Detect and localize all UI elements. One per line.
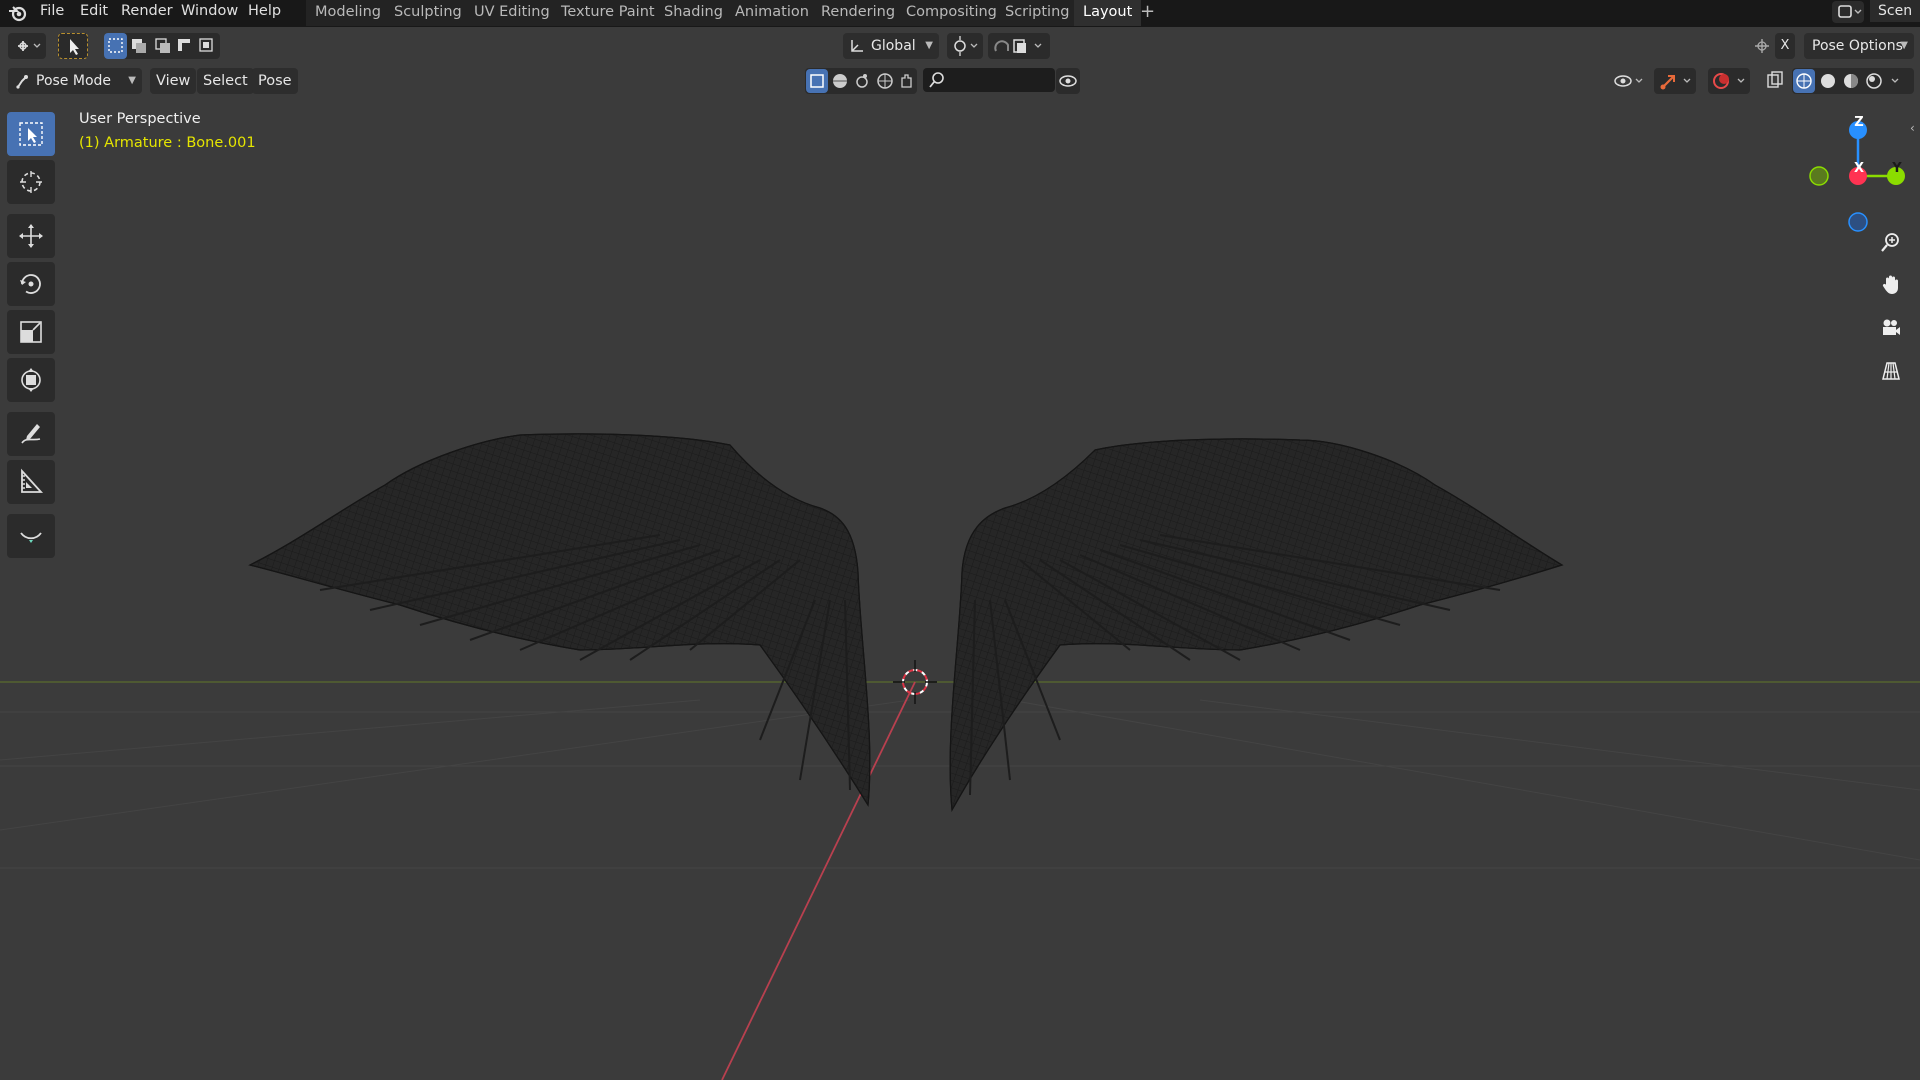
top-bar: File Edit Render Window Help Modeling Sc… [0, 0, 1920, 27]
tab-scripting[interactable]: Scripting [996, 0, 1079, 26]
gizmo-z-label: Z [1854, 115, 1864, 130]
left-wing-mesh [248, 433, 871, 807]
scale-icon [20, 321, 42, 343]
orientation-icon [851, 40, 863, 52]
visibility-eye-icon[interactable] [1056, 68, 1080, 94]
3d-viewport[interactable]: Global ▼ X Pose Options ▼ Pose Mode ▼ Vi… [0, 27, 1920, 1080]
pan-hand-icon[interactable] [1873, 267, 1909, 303]
rotate-icon [20, 274, 41, 294]
gizmo-y-label: Y [1892, 161, 1902, 176]
sidebar-collapse-icon[interactable]: ‹ [1910, 121, 1915, 135]
blender-logo-icon[interactable] [8, 3, 28, 23]
search-input[interactable] [923, 68, 1055, 92]
move-icon [19, 224, 43, 248]
object-type-visibility-group [805, 68, 917, 94]
right-wing-mesh [949, 438, 1564, 812]
tool-move[interactable] [7, 214, 55, 258]
view-perspective-label: User Perspective [79, 111, 201, 127]
tab-texture-paint[interactable]: Texture Paint [552, 0, 664, 26]
tab-shading[interactable]: Shading [655, 0, 732, 26]
snapping-button[interactable] [988, 33, 1050, 59]
pose-options-dropdown[interactable]: Pose Options ▼ [1804, 33, 1914, 59]
add-workspace-button[interactable]: + [1140, 1, 1155, 22]
shading-mode-group [1792, 68, 1914, 94]
search-icon [929, 72, 944, 88]
tool-cursor[interactable] [7, 160, 55, 204]
tab-compositing[interactable]: Compositing [897, 0, 1006, 26]
tab-sculpting[interactable]: Sculpting [385, 0, 471, 26]
transform-orientation-label: Global [871, 38, 916, 54]
gizmo-x-label: X [1853, 161, 1865, 176]
menu-select[interactable]: Select [197, 68, 254, 94]
cursor-icon [20, 171, 42, 193]
menu-window[interactable]: Window [181, 0, 238, 24]
gizmo-toggle-icon[interactable] [1654, 68, 1696, 94]
bone-envelope-icon [20, 532, 42, 543]
tool-select-box[interactable] [7, 112, 55, 156]
overlays-toggle-icon[interactable] [1708, 68, 1750, 94]
menu-pose[interactable]: Pose [252, 68, 298, 94]
select-tool-button[interactable] [58, 33, 88, 59]
ortho-grid-icon[interactable] [1873, 353, 1909, 389]
selection-mode-group [104, 33, 220, 59]
chevron-down-icon: ▼ [128, 75, 136, 86]
menu-help[interactable]: Help [248, 0, 281, 24]
transform-icon [21, 368, 41, 392]
transform-orientation-dropdown[interactable]: Global ▼ [843, 33, 939, 59]
tab-uv-editing[interactable]: UV Editing [465, 0, 559, 26]
menu-edit[interactable]: Edit [80, 0, 108, 24]
annotate-icon [21, 424, 41, 444]
scene-selector-icon[interactable] [1832, 1, 1864, 23]
select-box-icon [19, 122, 43, 146]
tool-annotate[interactable] [7, 412, 55, 456]
scene-name[interactable]: Scen [1870, 0, 1920, 22]
tool-scale[interactable] [7, 310, 55, 354]
transform-gizmo-toggle-icon[interactable] [1751, 33, 1773, 59]
selectability-visibility-icon[interactable] [1610, 68, 1648, 94]
pose-options-label: Pose Options [1812, 38, 1903, 54]
x-axis-line [721, 681, 916, 1080]
pose-mode-icon [16, 75, 28, 89]
tool-rotate[interactable] [7, 262, 55, 306]
menu-render[interactable]: Render [121, 0, 173, 24]
tab-layout[interactable]: Layout [1074, 0, 1142, 26]
pivot-point-button[interactable] [947, 33, 983, 59]
measure-icon [21, 468, 44, 493]
menu-view[interactable]: View [150, 68, 197, 94]
interaction-mode-label: Pose Mode [36, 73, 112, 89]
chevron-down-icon: ▼ [1900, 40, 1908, 51]
tool-bone-envelope[interactable] [7, 514, 55, 558]
tab-animation[interactable]: Animation [726, 0, 818, 26]
zoom-icon[interactable] [1873, 224, 1909, 260]
tool-transform[interactable] [7, 358, 55, 402]
active-object-label: (1) Armature : Bone.001 [79, 135, 256, 151]
tab-modeling[interactable]: Modeling [306, 0, 390, 26]
tool-measure[interactable] [7, 460, 55, 504]
camera-icon[interactable] [1873, 310, 1909, 346]
x-mirror-toggle[interactable]: X [1775, 33, 1795, 59]
viewport-scene [0, 433, 1920, 1080]
interaction-mode-dropdown[interactable]: Pose Mode ▼ [8, 68, 142, 94]
editor-type-button[interactable] [8, 33, 46, 59]
chevron-down-icon: ▼ [925, 40, 933, 51]
xray-toggle-icon[interactable] [1764, 68, 1786, 94]
menu-file[interactable]: File [40, 0, 64, 24]
tab-rendering[interactable]: Rendering [812, 0, 905, 26]
